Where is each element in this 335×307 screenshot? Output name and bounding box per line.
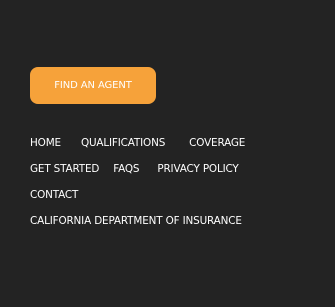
footer-link-california-department-of-insurance[interactable]: CALIFORNIA DEPARTMENT OF INSURANCE	[30, 215, 242, 227]
footer-link-privacy-policy[interactable]: PRIVACY POLICY	[157, 163, 238, 175]
find-an-agent-button[interactable]: FIND AN AGENT	[30, 67, 156, 104]
footer-nav-row: HOME QUALIFICATIONS COVERAGE	[30, 134, 320, 152]
footer-nav-row: CONTACT	[30, 186, 320, 204]
footer-link-qualifications[interactable]: QUALIFICATIONS	[81, 137, 165, 149]
footer-link-get-started[interactable]: GET STARTED	[30, 163, 99, 175]
footer-link-contact[interactable]: CONTACT	[30, 189, 78, 201]
footer-link-home[interactable]: HOME	[30, 137, 61, 149]
footer-link-coverage[interactable]: COVERAGE	[189, 137, 245, 149]
footer: FIND AN AGENT HOME QUALIFICATIONS COVERA…	[0, 0, 335, 307]
footer-link-faqs[interactable]: FAQS	[113, 163, 139, 175]
footer-nav-row: CALIFORNIA DEPARTMENT OF INSURANCE	[30, 212, 320, 230]
footer-nav-row: GET STARTED FAQS PRIVACY POLICY	[30, 160, 320, 178]
footer-nav: HOME QUALIFICATIONS COVERAGE GET STARTED…	[30, 134, 320, 238]
